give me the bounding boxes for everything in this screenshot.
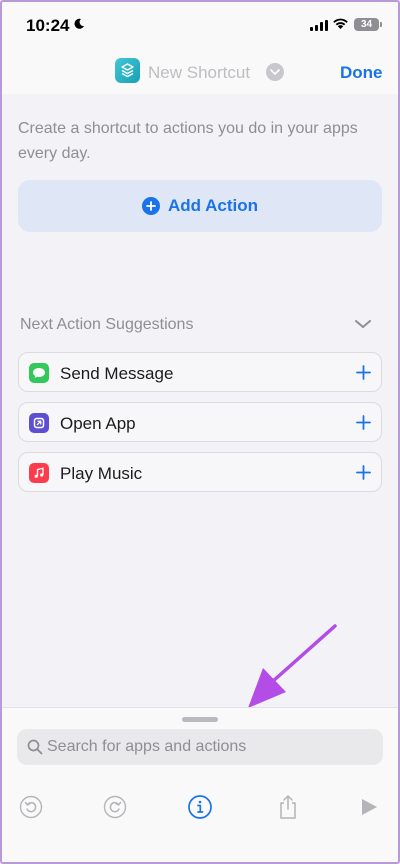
suggestion-row-open-app[interactable]: Open App [18,402,382,442]
suggestion-row-play-music[interactable]: Play Music [18,452,382,492]
nav-bar: New Shortcut Done [0,52,400,94]
run-button[interactable] [356,794,382,820]
suggestion-label: Open App [60,414,136,433]
search-field[interactable] [17,729,383,765]
suggestion-label: Send Message [60,364,174,383]
search-input[interactable] [47,729,367,765]
moon-icon [74,18,84,29]
suggestion-row-send-message[interactable]: Send Message [18,352,382,392]
info-icon [188,795,212,819]
add-action-button[interactable]: Add Action [18,180,382,232]
undo-icon [19,795,43,819]
suggestion-label: Play Music [60,464,143,483]
redo-icon [103,795,127,819]
info-button[interactable] [187,794,213,820]
redo-button[interactable] [102,794,128,820]
share-button[interactable] [275,794,301,820]
done-button[interactable]: Done [340,63,383,83]
wifi-icon [333,18,348,29]
annotation-arrow-icon [248,624,337,708]
add-suggestion-icon[interactable] [356,465,371,480]
bottom-sheet [0,707,400,864]
search-icon [27,739,43,755]
plus-circle-icon [141,197,160,215]
shortcut-title[interactable]: New Shortcut [148,63,250,83]
title-chevron-down-icon[interactable] [266,63,284,81]
suggestions-header: Next Action Suggestions [20,316,194,333]
status-bar: 10:24 34 [0,0,400,52]
chevron-down-icon[interactable] [354,318,372,330]
battery-level: 34 [360,19,373,30]
signal-icon [310,20,328,31]
add-suggestion-icon[interactable] [356,365,371,380]
intro-text: Create a shortcut to actions you do in y… [18,120,358,162]
play-icon [362,799,377,815]
share-icon [280,795,296,819]
status-time: 10:24 [26,16,70,35]
add-action-label: Add Action [167,196,259,215]
open-app-icon [29,413,49,433]
battery-icon: 34 [354,18,382,31]
shortcuts-app-icon[interactable] [115,58,140,83]
add-suggestion-icon[interactable] [356,415,371,430]
shortcuts-glyph-icon [121,63,134,78]
music-icon [29,463,49,483]
sheet-grabber[interactable] [182,717,218,722]
undo-button[interactable] [18,794,44,820]
messages-icon [29,363,49,383]
